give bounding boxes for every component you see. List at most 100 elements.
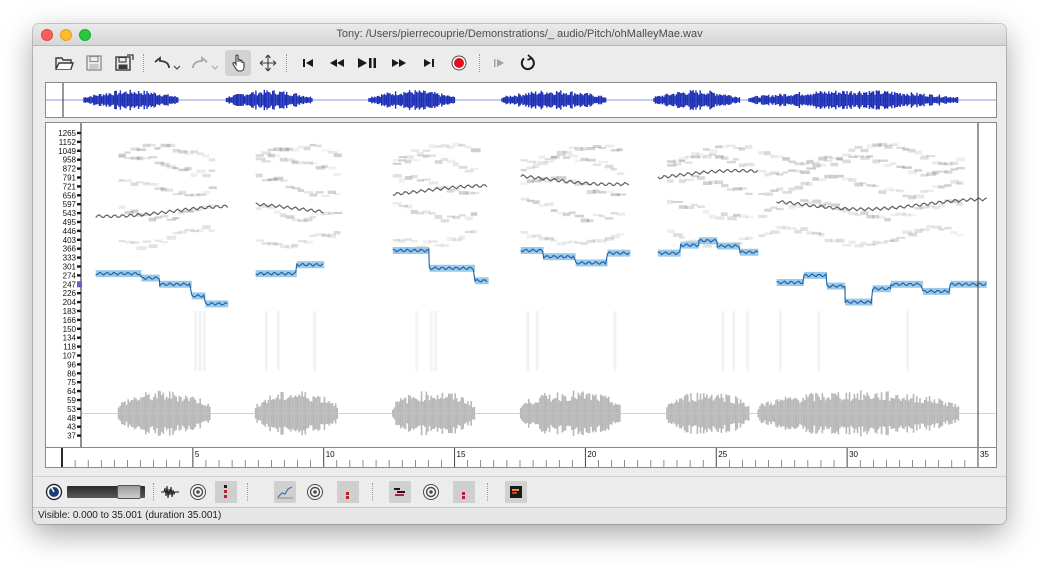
waveform-play-button[interactable]: [187, 481, 209, 503]
spectrogram-harmonic: [148, 143, 156, 147]
spectrogram-harmonic: [830, 162, 839, 167]
spectrogram-harmonic: [950, 161, 959, 165]
pitch-play-button[interactable]: [304, 481, 326, 503]
spectrogram-harmonic: [598, 215, 606, 218]
waveform-level-meter[interactable]: [215, 481, 237, 503]
spectrogram-harmonic: [273, 153, 281, 158]
spectrogram-harmonic: [872, 214, 880, 219]
fast-forward-button[interactable]: [386, 50, 412, 76]
spectrogram-harmonic: [196, 152, 204, 156]
rewind-button[interactable]: [324, 50, 350, 76]
spectrogram-harmonic: [586, 219, 594, 223]
loop-button[interactable]: [515, 50, 541, 76]
waveform-layer-button[interactable]: [159, 481, 181, 503]
pitch-tick-mark: [77, 318, 81, 322]
rewind-start-button[interactable]: [295, 50, 321, 76]
overview-pane[interactable]: [45, 82, 997, 118]
notes-level-meter[interactable]: [453, 481, 475, 503]
harmonic-trace: [255, 202, 324, 214]
volume-dial[interactable]: [43, 481, 65, 503]
spectrogram-harmonic: [944, 170, 953, 174]
notes-layer-button[interactable]: [389, 481, 411, 503]
spectrogram-harmonic: [130, 241, 140, 244]
spectrogram-harmonic: [422, 154, 429, 158]
pitch-level-meter[interactable]: [337, 481, 359, 503]
spectrogram-harmonic: [616, 172, 625, 176]
gain-slider[interactable]: [67, 485, 145, 499]
spectrogram-harmonic: [678, 179, 686, 184]
spectrogram-harmonic: [854, 213, 861, 217]
redo-button[interactable]: [189, 50, 221, 76]
spectrogram-harmonic: [550, 239, 558, 242]
save-button[interactable]: [81, 50, 107, 76]
spectrogram-harmonic: [782, 225, 790, 230]
pitch-tick-mark: [77, 194, 81, 197]
spectrogram-harmonic: [872, 240, 880, 245]
spectrogram-harmonic: [872, 184, 880, 188]
status-bar: Visible: 0.000 to 35.001 (duration 35.00…: [33, 507, 1006, 524]
spectrogram-harmonic: [532, 164, 540, 169]
spectrogram-harmonic: [758, 170, 767, 173]
spectrogram-harmonic: [758, 234, 766, 238]
spectrogram-harmonic: [410, 240, 418, 243]
move-button[interactable]: [255, 50, 281, 76]
spectrogram-harmonic: [770, 230, 780, 234]
spectrogram-harmonic: [678, 159, 685, 163]
spectrogram-harmonic: [327, 151, 338, 154]
spectrogram-harmonic: [410, 149, 420, 152]
spectrogram-harmonic: [574, 214, 585, 218]
main-pane[interactable]: 1265 1152 1049 958 872 791 721 656 597 543 495 446 4…: [45, 122, 997, 448]
pitch-layer-button[interactable]: [274, 481, 296, 503]
spectrogram-harmonic: [520, 168, 527, 172]
spectrogram-harmonic: [118, 155, 126, 158]
pitch-tick-mark: [77, 434, 81, 437]
spectrogram-harmonic: [118, 205, 126, 209]
spectrogram-layer-button[interactable]: [505, 481, 527, 503]
play-pause-button[interactable]: [354, 50, 380, 76]
spectrogram-harmonic: [568, 154, 579, 158]
spectrogram-harmonic: [464, 216, 474, 221]
fast-forward-end-button[interactable]: [416, 50, 442, 76]
spectrogram-harmonic: [422, 178, 431, 181]
spectrogram-harmonic: [678, 236, 686, 239]
current-pitch-marker: [77, 281, 82, 288]
spectrogram-harmonic: [902, 166, 912, 169]
pitch-tick-label: 333: [63, 254, 77, 263]
pitch-tick-label: 166: [63, 316, 77, 325]
spectrogram-harmonic: [908, 148, 916, 153]
spectrogram-harmonic: [160, 241, 168, 244]
spectrogram-noise: [732, 311, 736, 371]
pitch-tick-mark: [77, 327, 81, 330]
spectrogram-harmonic: [410, 158, 421, 162]
record-button[interactable]: [446, 50, 472, 76]
spectrogram-harmonic: [726, 216, 737, 221]
layer-separator: [247, 483, 248, 501]
spectrogram-harmonic: [824, 201, 831, 205]
pitch-tick-label: 204: [63, 298, 77, 307]
spectrogram-harmonic: [738, 163, 746, 168]
gain-slider-handle[interactable]: [117, 485, 141, 499]
pitch-tick-label: 791: [63, 174, 77, 183]
spectrogram-harmonic: [592, 189, 600, 194]
spectrogram-harmonic: [744, 216, 755, 219]
spectrogram-harmonic: [136, 181, 144, 184]
layer-separator: [153, 483, 154, 501]
spectrogram-harmonic: [464, 145, 472, 149]
notes-play-button[interactable]: [420, 481, 442, 503]
open-button[interactable]: [51, 50, 77, 76]
spectrogram-harmonic: [470, 191, 480, 195]
undo-button[interactable]: [151, 50, 183, 76]
spectrogram-harmonic: [172, 217, 180, 220]
pitch-tick-mark: [77, 336, 81, 339]
spectrogram-harmonic: [458, 144, 466, 147]
pitch-spectrogram-view[interactable]: 1265115210499588727917216565975434954464…: [46, 123, 996, 447]
navigate-button[interactable]: [225, 50, 251, 76]
spectrogram-harmonic: [890, 162, 897, 165]
spectrogram-harmonic: [202, 154, 210, 158]
time-ruler[interactable]: 5 10 15 20 25 30 35: [45, 448, 997, 468]
spectrogram-harmonic: [666, 179, 674, 183]
spectrogram-harmonic: [327, 233, 336, 238]
play-selection-button[interactable]: [486, 50, 512, 76]
save-as-button[interactable]: [111, 50, 137, 76]
pitch-tick-label: 1152: [59, 138, 77, 147]
